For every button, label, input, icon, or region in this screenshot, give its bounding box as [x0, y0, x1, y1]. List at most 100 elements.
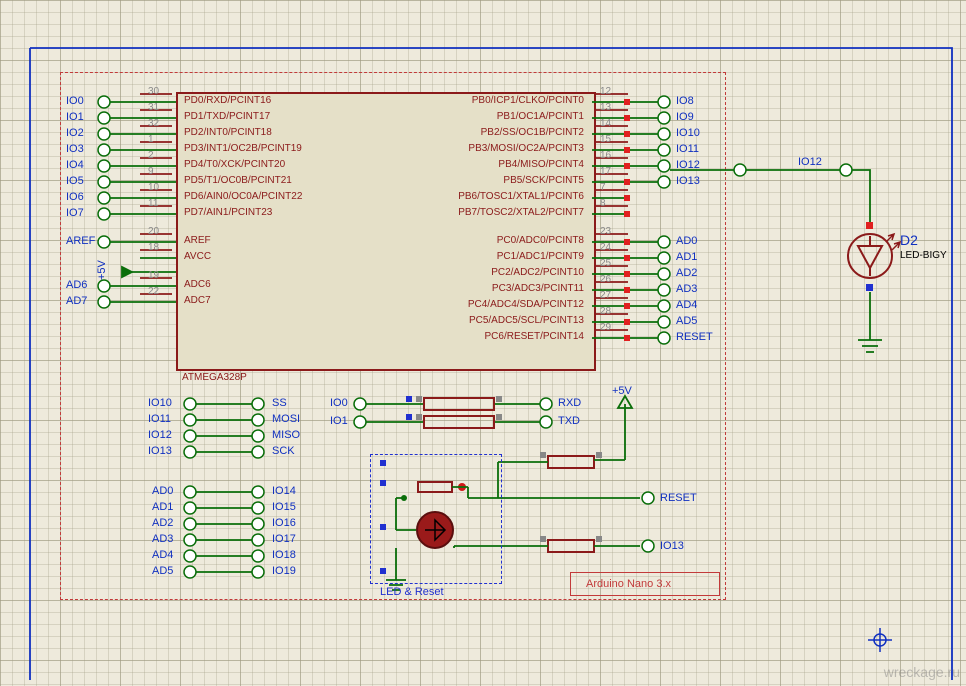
pin-func: PD0/RXD/PCINT16 — [184, 95, 271, 106]
pin-func: PD4/T0/XCK/PCINT20 — [184, 159, 285, 170]
net-label: IO3 — [66, 143, 84, 155]
external-led — [740, 164, 900, 352]
pin-number: 9 — [148, 166, 154, 177]
pin-func: PC2/ADC2/PCINT10 — [491, 267, 584, 278]
pin-func: PC1/ADC1/PCINT9 — [497, 251, 584, 262]
pin-number: 10 — [148, 182, 159, 193]
net-label: AD0 — [676, 235, 697, 247]
pin-func: AREF — [184, 235, 211, 246]
pin-func: PB0/ICP1/CLKO/PCINT0 — [472, 95, 584, 106]
pin-func: AVCC — [184, 251, 211, 262]
subckt-label: LED & Reset — [380, 586, 444, 598]
net-label: SS — [272, 397, 287, 409]
pin-func: PC5/ADC5/SCL/PCINT13 — [469, 315, 584, 326]
net-label: AD7 — [66, 295, 87, 307]
pin-number: 23 — [600, 226, 611, 237]
pin-number: 32 — [148, 118, 159, 129]
pin-number: 1 — [148, 134, 154, 145]
net-label: AD6 — [66, 279, 87, 291]
net-label: IO16 — [272, 517, 296, 529]
pin-number: 28 — [600, 306, 611, 317]
net-label: IO13 — [148, 445, 172, 457]
pin-number: 7 — [600, 182, 606, 193]
io13-network — [498, 536, 654, 552]
pin-number: 22 — [148, 286, 159, 297]
net-label: IO5 — [66, 175, 84, 187]
pin-number: 29 — [600, 322, 611, 333]
net-label: AD5 — [152, 565, 173, 577]
net-label: IO9 — [676, 111, 694, 123]
pin-number: 13 — [600, 102, 611, 113]
reset-network — [498, 452, 654, 504]
net-label: RESET — [676, 331, 713, 343]
pin-number: 2 — [148, 150, 154, 161]
pin-number: 8 — [600, 198, 606, 209]
pin-func: PC0/ADC0/PCINT8 — [497, 235, 584, 246]
d2-part: LED-BIGY — [900, 250, 947, 261]
pin-func: PB1/OC1A/PCINT1 — [497, 111, 584, 122]
pin-number: 18 — [148, 242, 159, 253]
vcc-label: +5V — [612, 385, 632, 397]
pin-number: 11 — [148, 198, 158, 209]
serial-resistors — [406, 396, 502, 428]
net-label: RXD — [558, 397, 581, 409]
pin-func: ADC7 — [184, 295, 211, 306]
pin-number: 20 — [148, 226, 159, 237]
avcc-label: +5V — [96, 260, 108, 280]
net-label: AREF — [66, 235, 95, 247]
pin-func: PC6/RESET/PCINT14 — [485, 331, 584, 342]
net-label: IO11 — [148, 413, 171, 425]
net-label: IO14 — [272, 485, 296, 497]
pin-number: 19 — [148, 270, 159, 281]
net-label: AD0 — [152, 485, 173, 497]
watermark: wreckage.ru — [884, 664, 960, 680]
pin-number: 14 — [600, 118, 611, 129]
pin-func: PB6/TOSC1/XTAL1/PCINT6 — [458, 191, 584, 202]
pin-func: PB2/SS/OC1B/PCINT2 — [481, 127, 584, 138]
net-label: AD1 — [676, 251, 697, 263]
net-label: MISO — [272, 429, 300, 441]
d2-ref: D2 — [900, 232, 918, 248]
vcc-rail — [618, 396, 632, 460]
pin-func: PB5/SCK/PCINT5 — [503, 175, 584, 186]
net-label: IO4 — [66, 159, 84, 171]
net-label: IO6 — [66, 191, 84, 203]
net-label: IO12 — [148, 429, 172, 441]
pin-func: ADC6 — [184, 279, 211, 290]
net-label: IO0 — [330, 397, 348, 409]
pin-func: PB4/MISO/PCINT4 — [498, 159, 584, 170]
net-label: IO19 — [272, 565, 296, 577]
net-label: IO18 — [272, 549, 296, 561]
pin-number: 27 — [600, 290, 611, 301]
net-label: AD2 — [152, 517, 173, 529]
net-label: AD3 — [676, 283, 697, 295]
pin-func: PD7/AIN1/PCINT23 — [184, 207, 272, 218]
pin-func: PC3/ADC3/PCINT11 — [492, 283, 584, 294]
net-label: AD3 — [152, 533, 173, 545]
net-label: IO12 — [676, 159, 700, 171]
pin-number: 25 — [600, 258, 611, 269]
origin-marker — [868, 628, 892, 652]
net-label: IO11 — [676, 143, 699, 155]
pin-func: PB7/TOSC2/XTAL2/PCINT7 — [458, 207, 584, 218]
pin-number: 17 — [600, 166, 611, 177]
net-label: IO2 — [66, 127, 84, 139]
net-label: TXD — [558, 415, 580, 427]
net-label: AD2 — [676, 267, 697, 279]
chip-ref: ATMEGA328P — [182, 372, 247, 383]
net-label: IO1 — [66, 111, 84, 123]
reset-term-label: RESET — [660, 492, 697, 504]
net-label: MOSI — [272, 413, 300, 425]
pin-func: PB3/MOSI/OC2A/PCINT3 — [468, 143, 584, 154]
io12-term-label: IO12 — [798, 156, 822, 168]
net-label: IO10 — [148, 397, 172, 409]
net-label: AD4 — [152, 549, 173, 561]
net-label: IO13 — [676, 175, 700, 187]
pin-func: PD6/AIN0/OC0A/PCINT22 — [184, 191, 302, 202]
pin-number: 26 — [600, 274, 611, 285]
net-label: AD4 — [676, 299, 697, 311]
pin-func: PC4/ADC4/SDA/PCINT12 — [468, 299, 584, 310]
net-label: IO7 — [66, 207, 84, 219]
net-label: IO8 — [676, 95, 694, 107]
net-label: SCK — [272, 445, 295, 457]
